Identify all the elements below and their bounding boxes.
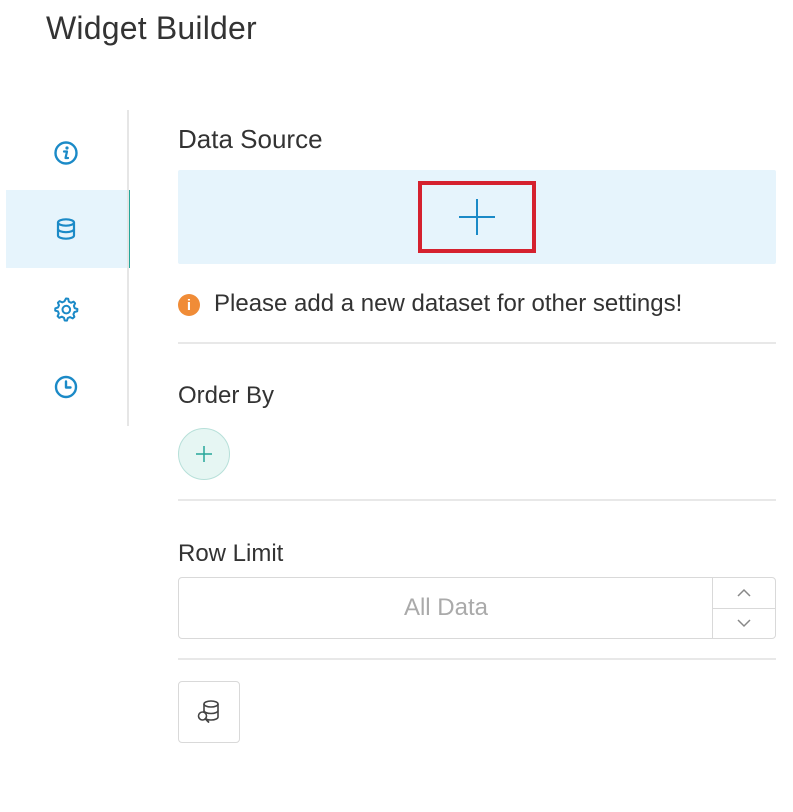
add-order-by-button[interactable]	[178, 428, 230, 480]
notice-text: Please add a new dataset for other setti…	[214, 290, 683, 317]
data-source-label: Data Source	[178, 124, 323, 154]
sidebar-item-settings[interactable]	[6, 270, 130, 348]
chevron-down-icon	[737, 619, 751, 628]
increment-button[interactable]	[713, 578, 775, 609]
sidebar-item-info[interactable]	[6, 114, 130, 192]
add-dataset-button[interactable]	[418, 181, 536, 253]
chevron-up-icon	[737, 588, 751, 597]
sidebar-item-schedule[interactable]	[6, 348, 130, 426]
divider	[178, 342, 776, 344]
row-limit-input[interactable]	[179, 578, 713, 638]
page-title: Widget Builder	[46, 10, 257, 46]
divider	[178, 658, 776, 660]
info-icon	[54, 141, 78, 165]
data-source-panel	[178, 170, 776, 264]
query-data-button[interactable]	[178, 681, 240, 743]
gear-icon	[54, 297, 79, 322]
database-search-icon	[197, 700, 219, 723]
info-badge-icon: i	[178, 294, 200, 316]
divider	[178, 499, 776, 501]
database-icon	[56, 218, 76, 240]
order-by-label: Order By	[178, 382, 275, 409]
stepper-buttons	[712, 578, 775, 638]
row-limit-label: Row Limit	[178, 540, 284, 567]
plus-icon	[196, 446, 212, 462]
clock-icon	[54, 375, 78, 399]
sidebar-divider	[127, 110, 129, 426]
sidebar	[0, 110, 130, 426]
plus-icon	[459, 199, 495, 235]
decrement-button[interactable]	[713, 608, 775, 638]
row-limit-stepper	[178, 577, 776, 639]
sidebar-item-data-source[interactable]	[6, 190, 130, 268]
dataset-notice: i Please add a new dataset for other set…	[178, 290, 682, 318]
